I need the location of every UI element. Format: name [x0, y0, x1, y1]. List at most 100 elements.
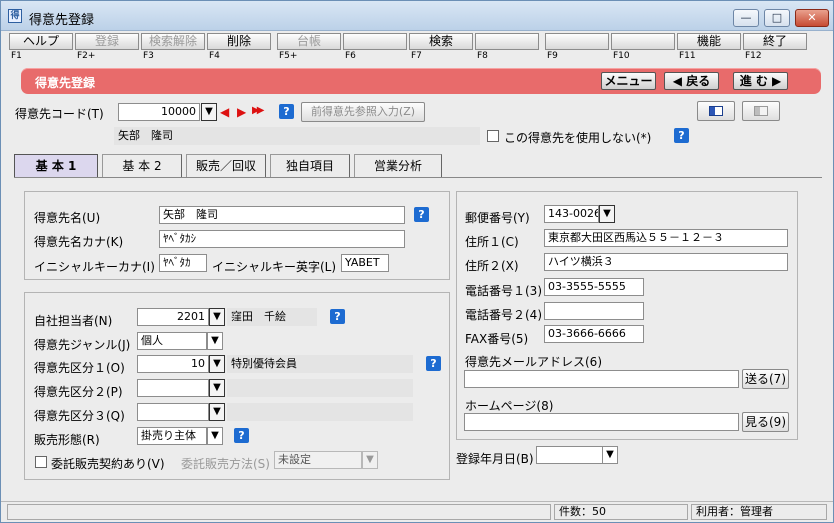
tel2-label: 電話番号２(4) — [465, 308, 542, 322]
fkey-number: F4 — [209, 51, 220, 61]
class1-code-input[interactable]: 10 — [137, 355, 209, 373]
fkey-button[interactable]: 終了 — [743, 33, 807, 50]
view-homepage-button[interactable]: 見る(9) — [742, 412, 789, 432]
initial-kana-input[interactable]: ﾔﾍﾞﾀｶ — [159, 254, 207, 272]
help-icon[interactable]: ? — [426, 356, 441, 371]
fkey-button[interactable]: 登録 — [75, 33, 139, 50]
current-user: 利用者：管理者 — [691, 504, 827, 520]
class1-dropdown-icon[interactable]: ▼ — [209, 355, 225, 373]
chevron-down-icon[interactable]: ▼ — [207, 427, 223, 445]
tab-basic-1[interactable]: 基 本 1 — [14, 154, 98, 178]
fkey-f9[interactable]: F9 — [545, 33, 609, 63]
customer-code-input[interactable]: 10000 — [118, 103, 200, 121]
initial-kana-label: イニシャルキーカナ(I) — [34, 260, 155, 274]
card-view-icon[interactable] — [697, 101, 735, 121]
fkey-button[interactable]: ヘルプ — [9, 33, 73, 50]
minimize-button[interactable]: — — [733, 9, 759, 27]
consign-method-select[interactable]: 未設定 — [274, 451, 362, 469]
card-disabled-icon[interactable] — [742, 101, 780, 121]
fkey-f6[interactable]: F6 — [343, 33, 407, 63]
help-icon[interactable]: ? — [234, 428, 249, 443]
fkey-button[interactable] — [611, 33, 675, 50]
class3-code-input[interactable] — [137, 403, 209, 421]
unused-checkbox[interactable] — [487, 130, 499, 142]
reg-date-label: 登録年月日(B) — [456, 452, 534, 466]
zip-input[interactable]: 143-0026 — [544, 205, 599, 223]
fkey-f12[interactable]: 終了 F12 — [743, 33, 807, 63]
fkey-button[interactable]: 検索解除 — [141, 33, 205, 50]
tab-basic-2[interactable]: 基 本 2 — [102, 154, 182, 178]
fkey-f10[interactable]: F10 — [611, 33, 675, 63]
tab-sales-collection[interactable]: 販売／回収 — [186, 154, 266, 178]
fkey-button[interactable] — [545, 33, 609, 50]
fkey-f3[interactable]: 検索解除 F3 — [141, 33, 205, 63]
fax-input[interactable]: 03-3666-6666 — [544, 325, 644, 343]
help-icon[interactable]: ? — [330, 309, 345, 324]
last-record-icon[interactable]: ▶▶ — [252, 105, 265, 116]
fkey-button[interactable]: 機能 — [677, 33, 741, 50]
sales-form-select[interactable]: 掛売り主体 — [137, 427, 207, 445]
next-record-icon[interactable]: ▶ — [237, 105, 246, 119]
app-icon: 得 — [8, 9, 22, 23]
fkey-f5plus[interactable]: 台帳 F5+ — [277, 33, 341, 63]
addr2-input[interactable]: ハイツ横浜３ — [544, 253, 788, 271]
chevron-down-icon[interactable]: ▼ — [362, 451, 378, 469]
tab-custom-items[interactable]: 独自項目 — [270, 154, 350, 178]
genre-select[interactable]: 個人 — [137, 332, 207, 350]
staff-code-input[interactable]: 2201 — [137, 308, 209, 326]
window-title: 得意先登録 — [29, 13, 95, 28]
prev-customer-ref-button[interactable]: 前得意先参照入力(Z) — [301, 102, 425, 122]
fkey-button[interactable]: 削除 — [207, 33, 271, 50]
fkey-button[interactable] — [343, 33, 407, 50]
staff-dropdown-icon[interactable]: ▼ — [209, 308, 225, 326]
genre-label: 得意先ジャンル(J) — [34, 338, 131, 352]
initial-en-input[interactable]: YABET — [341, 254, 389, 272]
fkey-button[interactable]: 検索 — [409, 33, 473, 50]
kana-input[interactable]: ﾔﾍﾞﾀｶｼ — [159, 230, 405, 248]
addr2-label: 住所２(X) — [465, 259, 519, 273]
chevron-down-icon[interactable]: ▼ — [207, 332, 223, 350]
email-input[interactable] — [464, 370, 739, 388]
consign-checkbox[interactable] — [35, 456, 47, 468]
homepage-input[interactable] — [464, 413, 739, 431]
class2-dropdown-icon[interactable]: ▼ — [209, 379, 225, 397]
tel2-input[interactable] — [544, 302, 644, 320]
addr1-input[interactable]: 東京都大田区西馬込５５－１２－３ — [544, 229, 788, 247]
tel1-input[interactable]: 03-3555-5555 — [544, 278, 644, 296]
help-icon[interactable]: ? — [279, 104, 294, 119]
tab-sales-analysis[interactable]: 営業分析 — [354, 154, 442, 178]
help-icon[interactable]: ? — [414, 207, 429, 222]
fkey-f4[interactable]: 削除 F4 — [207, 33, 271, 63]
fkey-number: F11 — [679, 51, 696, 61]
main-window: 得 得意先登録 — □ ✕ ヘルプ F1 登録 F2+ 検索解除 F3 削除 F4 台帳 F5+ F… — [0, 0, 834, 523]
class3-dropdown-icon[interactable]: ▼ — [209, 403, 225, 421]
fkey-f11[interactable]: 機能 F11 — [677, 33, 741, 63]
back-button[interactable]: ◀ 戻る — [664, 72, 719, 90]
fkey-f2plus[interactable]: 登録 F2+ — [75, 33, 139, 63]
reg-date-select[interactable] — [536, 446, 604, 464]
fkey-f1[interactable]: ヘルプ F1 — [9, 33, 73, 63]
title-bar: 得 得意先登録 — □ ✕ — [1, 1, 833, 31]
fkey-number: F1 — [11, 51, 22, 61]
prev-record-icon[interactable]: ◀ — [220, 105, 229, 119]
menu-button[interactable]: メニュー — [601, 72, 656, 90]
fkey-f8[interactable]: F8 — [475, 33, 539, 63]
fkey-f7[interactable]: 検索 F7 — [409, 33, 473, 63]
class3-name — [227, 403, 413, 421]
fkey-button[interactable] — [475, 33, 539, 50]
chevron-down-icon[interactable]: ▼ — [602, 446, 618, 464]
fkey-button[interactable]: 台帳 — [277, 33, 341, 50]
fkey-number: F2+ — [77, 51, 96, 61]
maximize-button[interactable]: □ — [764, 9, 790, 27]
fkey-number: F7 — [411, 51, 422, 61]
consign-label: 委託販売契約あり(V) — [51, 457, 165, 471]
send-mail-button[interactable]: 送る(7) — [742, 369, 789, 389]
next-button[interactable]: 進 む ▶ — [733, 72, 788, 90]
help-icon[interactable]: ? — [674, 128, 689, 143]
close-button[interactable]: ✕ — [795, 9, 829, 27]
name-label: 得意先名(U) — [34, 211, 101, 225]
code-dropdown-icon[interactable]: ▼ — [201, 103, 217, 121]
customer-name-input[interactable]: 矢部 隆司 — [159, 206, 405, 224]
class2-code-input[interactable] — [137, 379, 209, 397]
zip-dropdown-icon[interactable]: ▼ — [599, 205, 615, 223]
